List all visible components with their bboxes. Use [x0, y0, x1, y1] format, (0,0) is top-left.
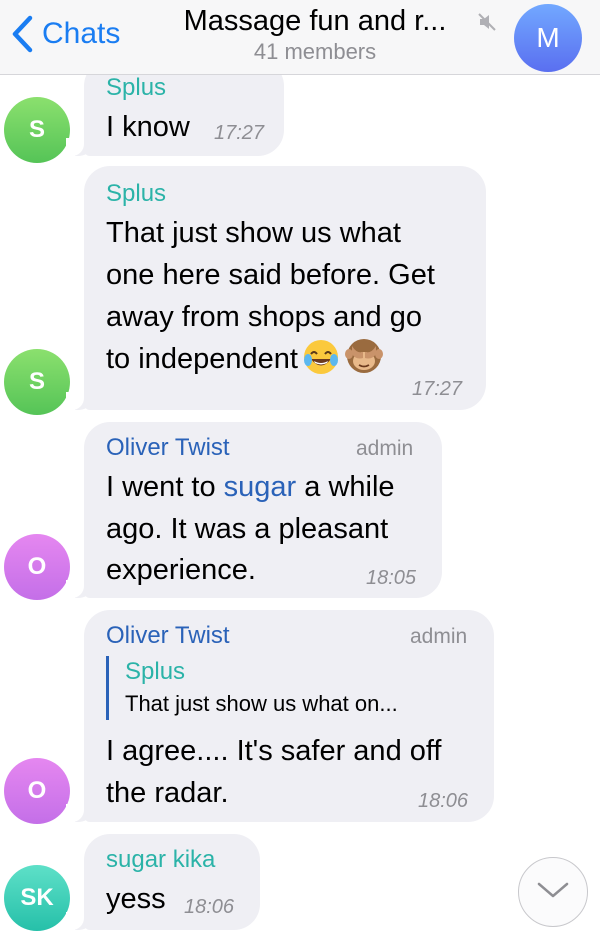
- sender-name[interactable]: Splus: [106, 180, 166, 208]
- chat-title: Massage fun and r...: [183, 5, 447, 37]
- admin-badge: admin: [410, 625, 468, 648]
- message-time: 18:06: [418, 790, 469, 812]
- message-bubble[interactable]: sugar kika yess 18:06: [66, 834, 260, 930]
- sender-name[interactable]: Oliver Twist: [106, 434, 230, 462]
- avatar[interactable]: S: [4, 349, 70, 415]
- message-text: yess: [106, 883, 166, 915]
- message-text-line: I went to sugar a while: [106, 466, 395, 508]
- message-time: 17:27: [214, 122, 265, 144]
- avatar[interactable]: SK: [4, 865, 70, 931]
- chat-title-block[interactable]: Massage fun and r... 41 members: [150, 4, 480, 65]
- message-bubble[interactable]: Oliver Twist admin Splus That just show …: [66, 610, 494, 822]
- message-text-line: I agree.... It's safer and off: [106, 735, 442, 767]
- message-bubble[interactable]: Splus That just show us what one here sa…: [66, 166, 486, 410]
- message-text-line: to independent: [106, 336, 384, 388]
- message-text-line: away from shops and go: [106, 301, 422, 333]
- message-text: I know: [106, 111, 190, 143]
- reply-text: That just show us what on...: [125, 691, 398, 716]
- group-avatar[interactable]: M: [514, 4, 582, 72]
- admin-badge: admin: [356, 437, 414, 460]
- sender-name[interactable]: sugar kika: [106, 846, 215, 874]
- chevron-left-icon: [10, 12, 34, 56]
- muted-speaker-icon: [478, 12, 496, 37]
- message-time: 18:05: [366, 567, 417, 589]
- face-with-tears-of-joy-icon: [302, 338, 340, 388]
- reply-quote[interactable]: Splus That just show us what on...: [106, 656, 398, 720]
- message-text: to independent: [106, 343, 298, 375]
- message-text-line: one here said before. Get: [106, 259, 435, 291]
- message-text-line: ago. It was a pleasant: [106, 513, 389, 545]
- back-button[interactable]: Chats: [10, 10, 120, 58]
- chat-header: Chats Massage fun and r... 41 members M: [0, 0, 600, 75]
- avatar[interactable]: O: [4, 758, 70, 824]
- member-count: 41 members: [253, 39, 377, 64]
- message-bubble[interactable]: Oliver Twist admin I went to sugar a whi…: [66, 422, 442, 598]
- chevron-down-icon: [536, 880, 570, 905]
- sender-name[interactable]: Splus: [106, 74, 166, 102]
- message-text: a while: [296, 471, 395, 503]
- message-time: 18:06: [184, 896, 235, 918]
- reply-sender-name: Splus: [125, 658, 186, 685]
- scroll-to-bottom-button[interactable]: [518, 857, 588, 927]
- see-no-evil-monkey-icon: [344, 336, 384, 388]
- message-text-line: the radar.: [106, 777, 229, 809]
- avatar[interactable]: S: [4, 97, 70, 163]
- message-text-line: experience.: [106, 554, 256, 586]
- mention-link[interactable]: sugar: [224, 471, 297, 503]
- sender-name[interactable]: Oliver Twist: [106, 622, 230, 650]
- back-label: Chats: [42, 17, 121, 50]
- message-text: I went to: [106, 471, 224, 503]
- message-text-line: That just show us what: [106, 217, 401, 249]
- message-time: 17:27: [412, 378, 463, 400]
- avatar[interactable]: O: [4, 534, 70, 600]
